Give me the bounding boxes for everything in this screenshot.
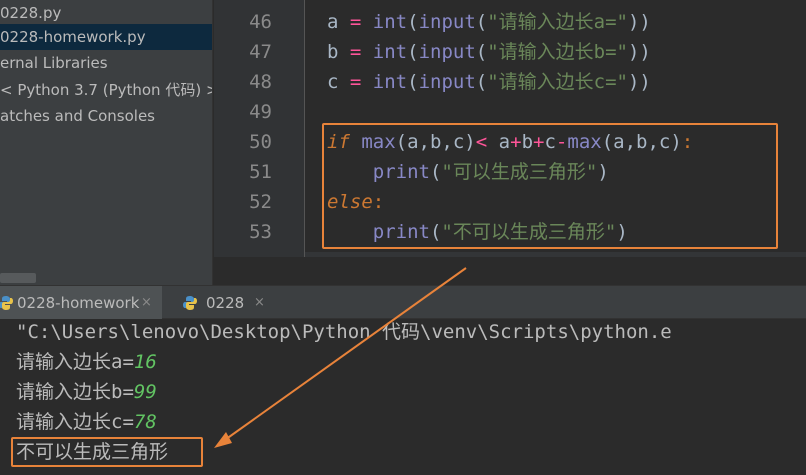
tree-item-python-sdk[interactable]: < Python 3.7 (Python 代码) > 〈 <box>0 77 213 103</box>
tree-item-label: ernal Libraries <box>0 54 108 72</box>
console-prompt-line: 请输入边长c=78 <box>16 407 157 437</box>
code-token-var: a <box>327 11 339 33</box>
console-prompt: 请输入边长b= <box>16 381 134 403</box>
code-token-paren: )) <box>627 71 651 93</box>
line-number: 46 <box>249 11 272 33</box>
tree-item-external-libraries[interactable]: ernal Libraries <box>0 50 212 76</box>
code-line-47[interactable]: b = int(input("请输入边长b=")) <box>327 37 651 67</box>
code-token-var: c <box>327 71 339 93</box>
code-token-string: "请输入边长a=" <box>487 11 628 33</box>
code-token-paren: ( <box>407 11 419 33</box>
code-token-paren: )) <box>627 41 651 63</box>
sidebar-scrollbar[interactable] <box>0 273 36 283</box>
line-number: 53 <box>249 221 272 243</box>
code-token-var: b <box>327 41 339 63</box>
code-token-paren: ( <box>407 41 419 63</box>
tree-item-label: 0228.py <box>0 4 62 22</box>
code-line-48[interactable]: c = int(input("请输入边长c=")) <box>327 67 651 97</box>
editor-bottom-area <box>214 257 806 285</box>
gutter-divider <box>304 0 305 257</box>
run-tab-bar: 0228-homework × 0228 × <box>0 285 806 320</box>
close-icon[interactable]: × <box>141 286 152 320</box>
code-token-paren: ( <box>407 71 419 93</box>
console-prompt-line: 请输入边长b=99 <box>16 377 157 407</box>
close-icon[interactable]: × <box>254 286 265 320</box>
code-token-builtin: input <box>418 41 476 63</box>
console-prompt: 请输入边长c= <box>16 411 134 433</box>
console-user-input: 16 <box>133 351 157 373</box>
run-console[interactable]: "C:\Users\lenovo\Desktop\Python 代码\venv\… <box>0 319 806 475</box>
code-token-builtin: int <box>372 11 408 33</box>
line-number: 48 <box>249 71 272 93</box>
code-token-builtin: input <box>418 11 476 33</box>
chevron-left-icon: 〈 <box>206 77 212 103</box>
code-token-op: = <box>338 41 373 63</box>
code-token-op: = <box>338 11 373 33</box>
code-token-builtin: int <box>372 41 408 63</box>
tree-item-label: 0228-homework.py <box>0 28 146 46</box>
run-tab-0228-homework[interactable]: 0228-homework × <box>0 286 162 320</box>
line-number: 51 <box>249 161 272 183</box>
console-annotation-box <box>11 437 203 467</box>
line-number: 50 <box>249 131 272 153</box>
code-token-paren: )) <box>627 11 651 33</box>
tree-item-label: atches and Consoles <box>0 107 155 125</box>
python-icon <box>0 296 13 310</box>
code-token-op: = <box>338 71 373 93</box>
run-tab-label: 0228-homework <box>17 294 140 312</box>
line-number: 47 <box>249 41 272 63</box>
tree-item-label: < Python 3.7 (Python 代码) > <box>0 81 213 99</box>
code-token-paren: ( <box>475 41 488 63</box>
tree-item-0228-py[interactable]: 0228.py <box>0 0 212 26</box>
code-annotation-box <box>322 123 778 249</box>
code-token-builtin: input <box>418 71 476 93</box>
code-token-string: "请输入边长c=" <box>487 71 628 93</box>
code-token-string: "请输入边长b=" <box>487 41 628 63</box>
tree-item-0228-homework-py[interactable]: 0228-homework.py <box>0 24 212 50</box>
code-editor[interactable]: 46 47 48 49 50 51 52 53 a = int(input("请… <box>214 0 806 257</box>
console-prompt: 请输入边长a= <box>16 351 134 373</box>
code-token-builtin: int <box>372 71 408 93</box>
python-icon <box>183 296 197 310</box>
ide-window: 0228.py 0228-homework.py ernal Libraries… <box>0 0 806 475</box>
line-number: 49 <box>249 101 272 123</box>
code-line-46[interactable]: a = int(input("请输入边长a=")) <box>327 7 651 37</box>
code-token-paren: ( <box>475 11 488 33</box>
project-tree-panel: 0228.py 0228-homework.py ernal Libraries… <box>0 0 213 285</box>
line-number: 52 <box>249 191 272 213</box>
console-user-input: 99 <box>133 381 157 403</box>
console-prompt-line: 请输入边长a=16 <box>16 347 157 377</box>
code-token-paren: ( <box>475 71 488 93</box>
line-number-gutter: 46 47 48 49 50 51 52 53 <box>214 0 304 257</box>
tree-item-scratches-and-consoles[interactable]: atches and Consoles <box>0 103 212 129</box>
console-user-input: 78 <box>133 411 157 433</box>
run-tab-label: 0228 <box>206 294 245 312</box>
run-tab-0228[interactable]: 0228 × <box>164 286 276 320</box>
console-command-line: "C:\Users\lenovo\Desktop\Python 代码\venv\… <box>16 321 672 343</box>
